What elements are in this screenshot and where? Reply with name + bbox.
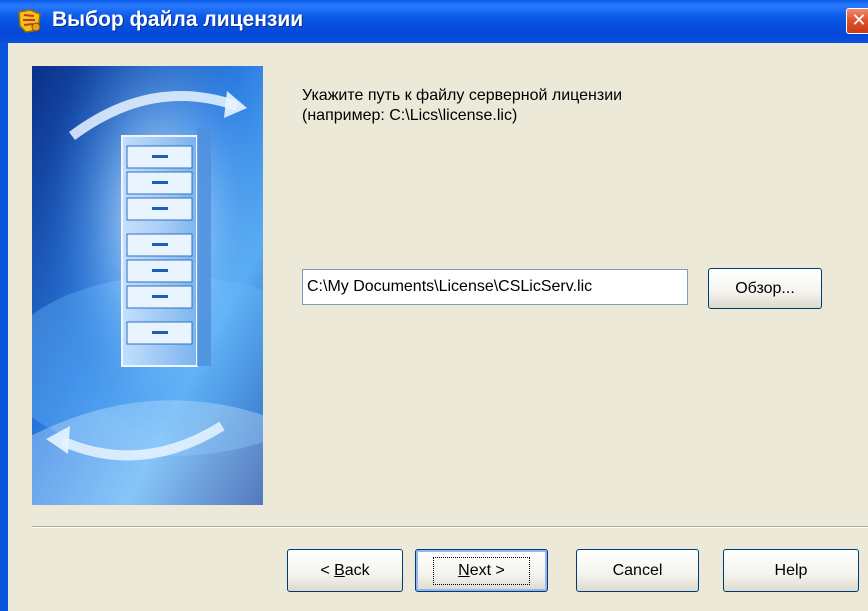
next-button[interactable]: Next > bbox=[415, 549, 548, 592]
close-button[interactable]: ✕ bbox=[846, 8, 868, 34]
license-key-icon bbox=[18, 9, 41, 33]
help-button[interactable]: Help bbox=[723, 549, 859, 592]
back-button-label: < Back bbox=[320, 561, 370, 579]
next-button-label: Next > bbox=[433, 556, 530, 585]
wizard-window: Выбор файла лицензии ✕ Укажите путь к фа… bbox=[0, 0, 868, 611]
server-cabinet-illustration bbox=[32, 66, 263, 505]
separator-line bbox=[32, 526, 868, 528]
close-icon: ✕ bbox=[851, 10, 867, 30]
instruction-line-1: Укажите путь к файлу серверной лицензии bbox=[302, 87, 623, 104]
title-bar[interactable]: Выбор файла лицензии ✕ bbox=[0, 0, 868, 43]
dialog-client-area: Укажите путь к файлу серверной лицензии … bbox=[8, 43, 868, 611]
instruction-line-2: (например: C:\Lics\license.lic) bbox=[302, 107, 518, 124]
window-title: Выбор файла лицензии bbox=[52, 8, 304, 31]
back-button[interactable]: < Back bbox=[287, 549, 403, 592]
instruction-text: Укажите путь к файлу серверной лицензии … bbox=[302, 86, 822, 126]
browse-button-label: Обзор... bbox=[735, 279, 795, 297]
cancel-button-label: Cancel bbox=[612, 561, 663, 579]
browse-button[interactable]: Обзор... bbox=[708, 268, 822, 309]
cancel-button[interactable]: Cancel bbox=[576, 549, 699, 592]
help-button-label: Help bbox=[774, 561, 808, 579]
license-path-input[interactable] bbox=[302, 269, 688, 305]
